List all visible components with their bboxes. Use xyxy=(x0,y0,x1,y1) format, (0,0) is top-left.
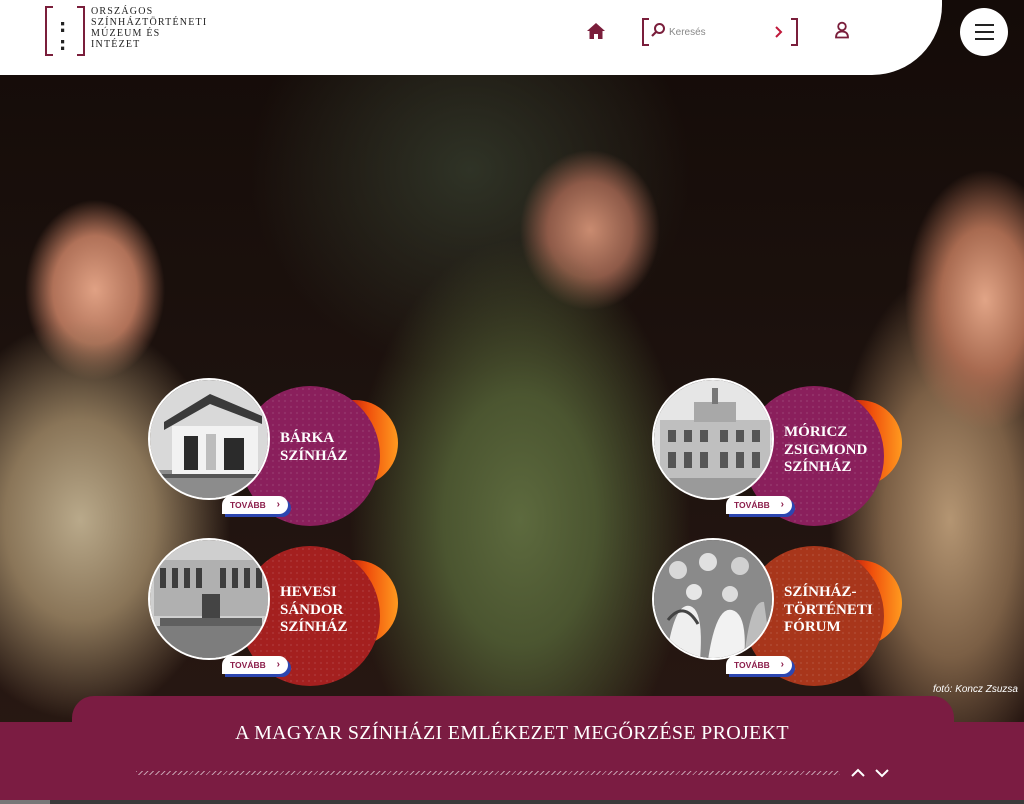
chevron-right-icon: › xyxy=(276,499,280,510)
more-button[interactable]: TOVÁBB › xyxy=(726,496,792,514)
home-icon[interactable] xyxy=(586,22,606,40)
more-label: TOVÁBB xyxy=(230,500,266,510)
card-title-line: Sándor xyxy=(280,601,344,618)
card-title-line: történeti xyxy=(784,601,873,618)
logo-line: Múzeum és xyxy=(91,28,161,39)
card-title-line: Színház- xyxy=(784,584,857,600)
search-box xyxy=(642,18,798,46)
card-title-line: fórum xyxy=(784,619,841,635)
chevron-right-icon: › xyxy=(780,499,784,510)
card-moricz-zsigmond-szinhaz[interactable]: Móricz Zsigmond színház TOVÁBB › xyxy=(652,378,912,528)
card-title-line: Móricz xyxy=(784,424,848,440)
card-title: Hevesi Sándor színház xyxy=(280,584,348,637)
card-photo-barka xyxy=(148,378,270,500)
card-title-line: Zsigmond xyxy=(784,441,868,458)
card-barka-szinhaz[interactable]: Bárka színház TOVÁBB › xyxy=(148,378,408,528)
more-label: TOVÁBB xyxy=(734,500,770,510)
banner-divider xyxy=(136,771,840,775)
horizontal-scrollbar[interactable] xyxy=(0,800,1024,804)
more-button[interactable]: TOVÁBB › xyxy=(726,656,792,674)
more-label: TOVÁBB xyxy=(230,660,266,670)
card-title-line: Hevesi xyxy=(280,584,337,600)
card-title-line: színház xyxy=(784,459,852,475)
logo-line: Színháztörténeti xyxy=(91,17,208,28)
card-title: Móricz Zsigmond színház xyxy=(784,424,867,477)
card-title-line: színház xyxy=(280,619,348,635)
chevron-up-icon[interactable] xyxy=(850,766,866,778)
card-photo-forum xyxy=(652,538,774,660)
banner-title: A MAGYAR SZÍNHÁZI EMLÉKEZET MEGŐRZÉSE PR… xyxy=(235,722,789,744)
chevron-right-icon: › xyxy=(276,659,280,670)
card-title: Színház- történeti fórum xyxy=(784,584,873,637)
search-submit-chevron-right-icon[interactable] xyxy=(772,22,786,42)
logo-line: Országos xyxy=(91,6,154,17)
card-szinhaztorteneti-forum[interactable]: Színház- történeti fórum TOVÁBB › xyxy=(652,538,912,688)
chevron-right-icon: › xyxy=(780,659,784,670)
photo-credit: fotó: Koncz Zsuzsa xyxy=(932,684,1018,695)
hamburger-menu-icon[interactable] xyxy=(960,8,1008,56)
more-button[interactable]: TOVÁBB › xyxy=(222,656,288,674)
site-header: :: Országos Színháztörténeti Múzeum és I… xyxy=(0,0,942,75)
card-title: Bárka színház xyxy=(280,430,348,465)
card-hevesi-sandor-szinhaz[interactable]: Hevesi Sándor színház TOVÁBB › xyxy=(148,538,408,688)
card-photo-hevesi xyxy=(148,538,270,660)
search-input[interactable] xyxy=(669,22,769,42)
card-title-line: Bárka xyxy=(280,430,335,446)
card-photo-moricz xyxy=(652,378,774,500)
chevron-down-icon[interactable] xyxy=(874,766,890,778)
more-button[interactable]: TOVÁBB › xyxy=(222,496,288,514)
logo-text: Országos Színháztörténeti Múzeum és Inté… xyxy=(91,6,207,50)
more-label: TOVÁBB xyxy=(734,660,770,670)
logo-line: Intézet xyxy=(91,39,141,50)
search-icon xyxy=(650,22,666,38)
site-logo[interactable]: :: Országos Színháztörténeti Múzeum és I… xyxy=(45,6,207,58)
user-icon[interactable] xyxy=(834,21,850,39)
logo-mark-icon: :: xyxy=(45,6,85,56)
scrollbar-thumb[interactable] xyxy=(0,800,50,804)
card-title-line: színház xyxy=(280,447,348,464)
